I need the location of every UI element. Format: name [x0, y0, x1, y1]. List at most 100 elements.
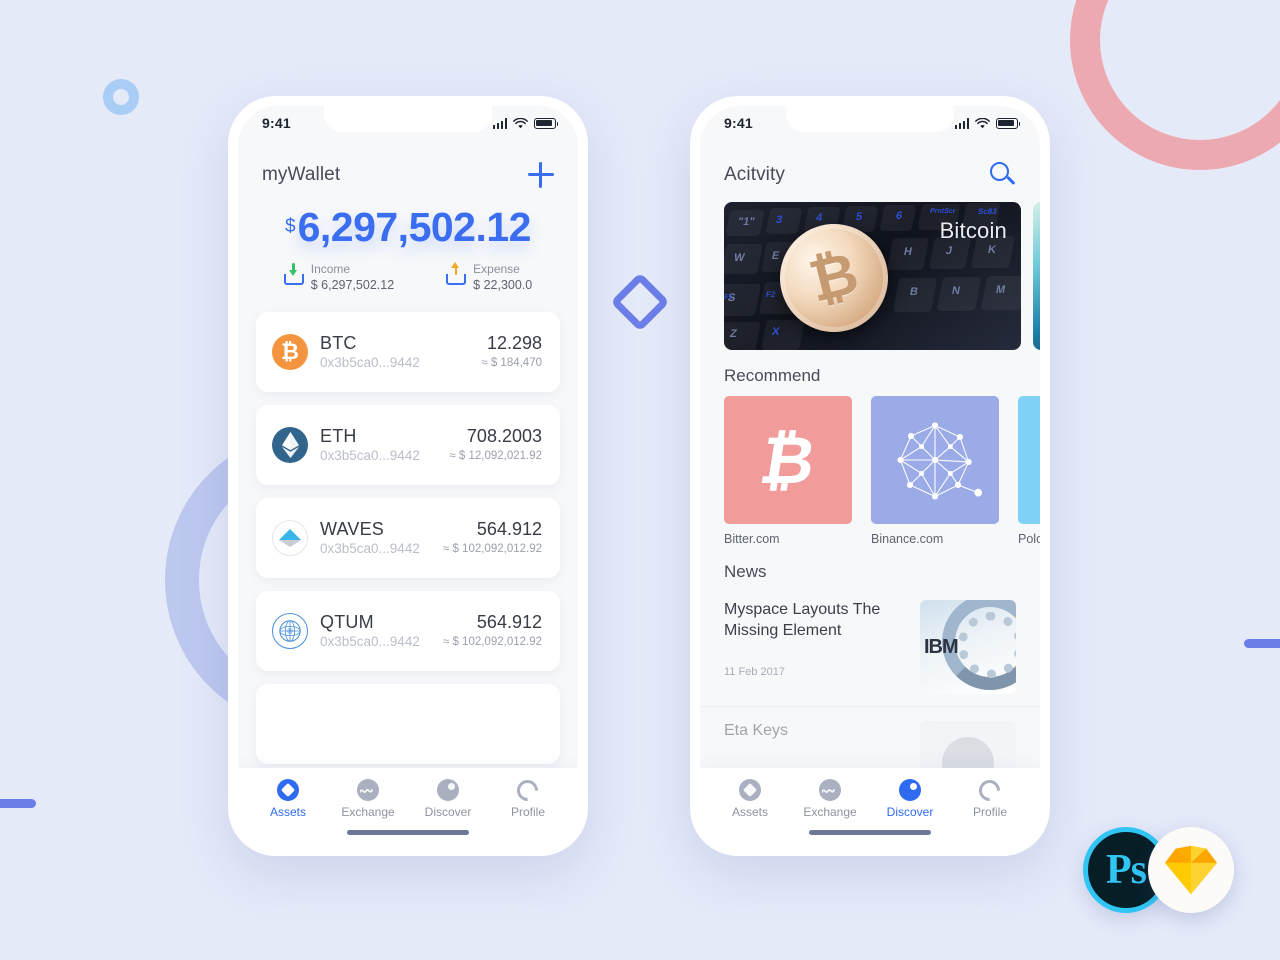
recommend-caption: Bitter.com — [724, 532, 780, 546]
status-icons — [954, 117, 1021, 129]
exchange-wave-icon — [357, 779, 379, 801]
list-item[interactable]: Myspace Layouts The Missing Element 11 F… — [700, 586, 1040, 707]
news-date: 11 Feb 2017 — [724, 665, 785, 678]
banner-bitcoin[interactable]: "1" 3 4 5 6 PrntScr Sc83 W E H J K S F2 … — [724, 202, 1021, 350]
tab-label: Exchange — [803, 805, 857, 819]
list-item[interactable]: Binance.com — [871, 396, 999, 546]
blue-bar-right-decoration — [1244, 639, 1280, 648]
asset-address: 0x3b5ca0...9442 — [320, 354, 420, 370]
tab-label: Exchange — [341, 805, 395, 819]
eth-coin-icon — [272, 427, 308, 464]
table-row[interactable]: WAVES 0x3b5ca0...9442 564.912 ≈ $ 102,09… — [256, 498, 560, 579]
cellular-signal-icon — [492, 117, 507, 129]
network-graph-icon — [871, 396, 999, 524]
table-row[interactable]: ₿ BTC 0x3b5ca0...9442 12.298 ≈ $ 184,470 — [256, 312, 560, 393]
expense-value: $ 22,300.0 — [473, 278, 533, 293]
status-bar: 9:41 — [238, 106, 578, 140]
home-indicator[interactable] — [347, 830, 469, 835]
asset-amount: 12.298 — [486, 333, 542, 354]
tab-label: Assets — [731, 805, 768, 819]
recommend-section-title: Recommend — [724, 366, 821, 385]
page-title: myWallet — [262, 164, 341, 185]
phone-mockup-wallet: 9:41 myWallet $ 6,297,502.12 Income $ 6,… — [228, 96, 588, 856]
page-title: Acitvity — [724, 164, 785, 185]
tab-exchange[interactable]: Exchange — [790, 779, 870, 819]
asset-list: ₿ BTC 0x3b5ca0...9442 12.298 ≈ $ 184,470 — [238, 312, 578, 765]
banner-label: Bitcoin — [939, 218, 1007, 243]
news-title: Eta Keys — [724, 722, 789, 739]
profile-person-icon — [974, 775, 1005, 806]
income-download-icon — [283, 263, 304, 286]
add-wallet-button[interactable] — [528, 162, 554, 188]
tab-label: Discover — [424, 805, 472, 819]
expense-summary[interactable]: Expense $ 22,300.0 — [446, 261, 532, 294]
banner-carousel[interactable]: "1" 3 4 5 6 PrntScr Sc83 W E H J K S F2 … — [700, 202, 1040, 350]
tab-profile[interactable]: Profile — [950, 775, 1030, 819]
status-bar: 9:41 — [700, 106, 1040, 140]
wallet-header: myWallet — [238, 140, 578, 188]
income-expense-row: Income $ 6,297,502.12 Expense $ 22,300.0 — [238, 261, 578, 294]
asset-amount: 564.912 — [476, 612, 542, 633]
asset-address: 0x3b5ca0...9442 — [320, 540, 420, 556]
bitcoin-b-icon: ₿ — [724, 396, 852, 524]
tab-profile[interactable]: Profile — [488, 775, 568, 819]
list-item[interactable]: Poloniex.com — [1018, 396, 1040, 546]
profile-person-icon — [512, 775, 543, 806]
sketch-logo — [1148, 827, 1234, 913]
discover-header: Acitvity — [700, 140, 1040, 188]
discover-content: "1" 3 4 5 6 PrntScr Sc83 W E H J K S F2 … — [700, 202, 1040, 828]
news-thumbnail: IBM — [920, 600, 1016, 694]
tab-assets[interactable]: Assets — [710, 779, 790, 819]
list-item[interactable]: ₿ Bitter.com — [724, 396, 852, 546]
status-icons — [492, 117, 559, 129]
tab-label: Assets — [269, 805, 306, 819]
asset-symbol: WAVES — [320, 518, 385, 539]
bottom-tab-bar: Assets Exchange Discover Profile — [238, 768, 578, 846]
recommend-caption: Poloniex.com — [1018, 532, 1040, 546]
small-blue-ring-decoration — [103, 79, 139, 115]
tab-discover[interactable]: Discover — [870, 779, 950, 819]
search-icon[interactable] — [990, 162, 1016, 188]
income-value: $ 6,297,502.12 — [310, 278, 395, 293]
tab-exchange[interactable]: Exchange — [328, 779, 408, 819]
news-title: Myspace Layouts The Missing Element — [724, 601, 881, 639]
waves-coin-icon — [272, 520, 308, 557]
cellular-signal-icon — [954, 117, 969, 129]
btc-coin-icon: ₿ — [272, 334, 308, 371]
table-row[interactable]: QTUM 0x3b5ca0...9442 564.912 ≈ $ 102,092… — [256, 591, 560, 672]
recommend-caption: Binance.com — [871, 532, 944, 546]
tab-assets[interactable]: Assets — [248, 779, 328, 819]
battery-icon — [996, 117, 1021, 129]
balance-block: $ 6,297,502.12 Income $ 6,297,502.12 Exp… — [238, 204, 578, 294]
photoshop-logo-text: Ps — [1106, 847, 1147, 893]
tab-label: Profile — [510, 805, 545, 819]
recommend-list: ₿ Bitter.com Binance.com Polo — [700, 396, 1040, 546]
expense-label: Expense — [473, 262, 520, 277]
tab-discover[interactable]: Discover — [408, 779, 488, 819]
news-section-title: News — [724, 562, 767, 581]
asset-fiat-value: ≈ $ 102,092,012.92 — [442, 635, 542, 648]
assets-diamond-icon — [277, 779, 299, 801]
balance-amount: 6,297,502.12 — [297, 204, 532, 250]
assets-diamond-icon — [739, 779, 761, 801]
poloniex-icon — [1018, 396, 1040, 524]
wifi-icon — [513, 117, 528, 128]
expense-upload-icon — [446, 262, 467, 286]
discover-screen: 9:41 Acitvity "1" 3 4 5 6 PrntScr Sc83 W… — [700, 106, 1040, 846]
income-summary[interactable]: Income $ 6,297,502.12 — [283, 261, 395, 294]
home-indicator[interactable] — [809, 830, 931, 835]
asset-symbol: BTC — [320, 332, 357, 353]
banner-next-partial[interactable] — [1033, 202, 1040, 350]
table-row[interactable]: ETH 0x3b5ca0...9442 708.2003 ≈ $ 12,092,… — [256, 405, 560, 486]
wallet-screen: 9:41 myWallet $ 6,297,502.12 Income $ 6,… — [238, 106, 578, 846]
asset-symbol: ETH — [320, 425, 357, 446]
discover-dot-icon — [437, 779, 459, 801]
bottom-tab-bar: Assets Exchange Discover Profile — [700, 768, 1040, 846]
tab-label: Profile — [972, 805, 1007, 819]
balance-currency-symbol: $ — [285, 216, 296, 237]
tab-label: Discover — [886, 805, 934, 819]
table-row-partial[interactable] — [256, 684, 560, 765]
exchange-wave-icon — [819, 779, 841, 801]
status-time: 9:41 — [724, 115, 753, 131]
income-label: Income — [310, 262, 351, 277]
